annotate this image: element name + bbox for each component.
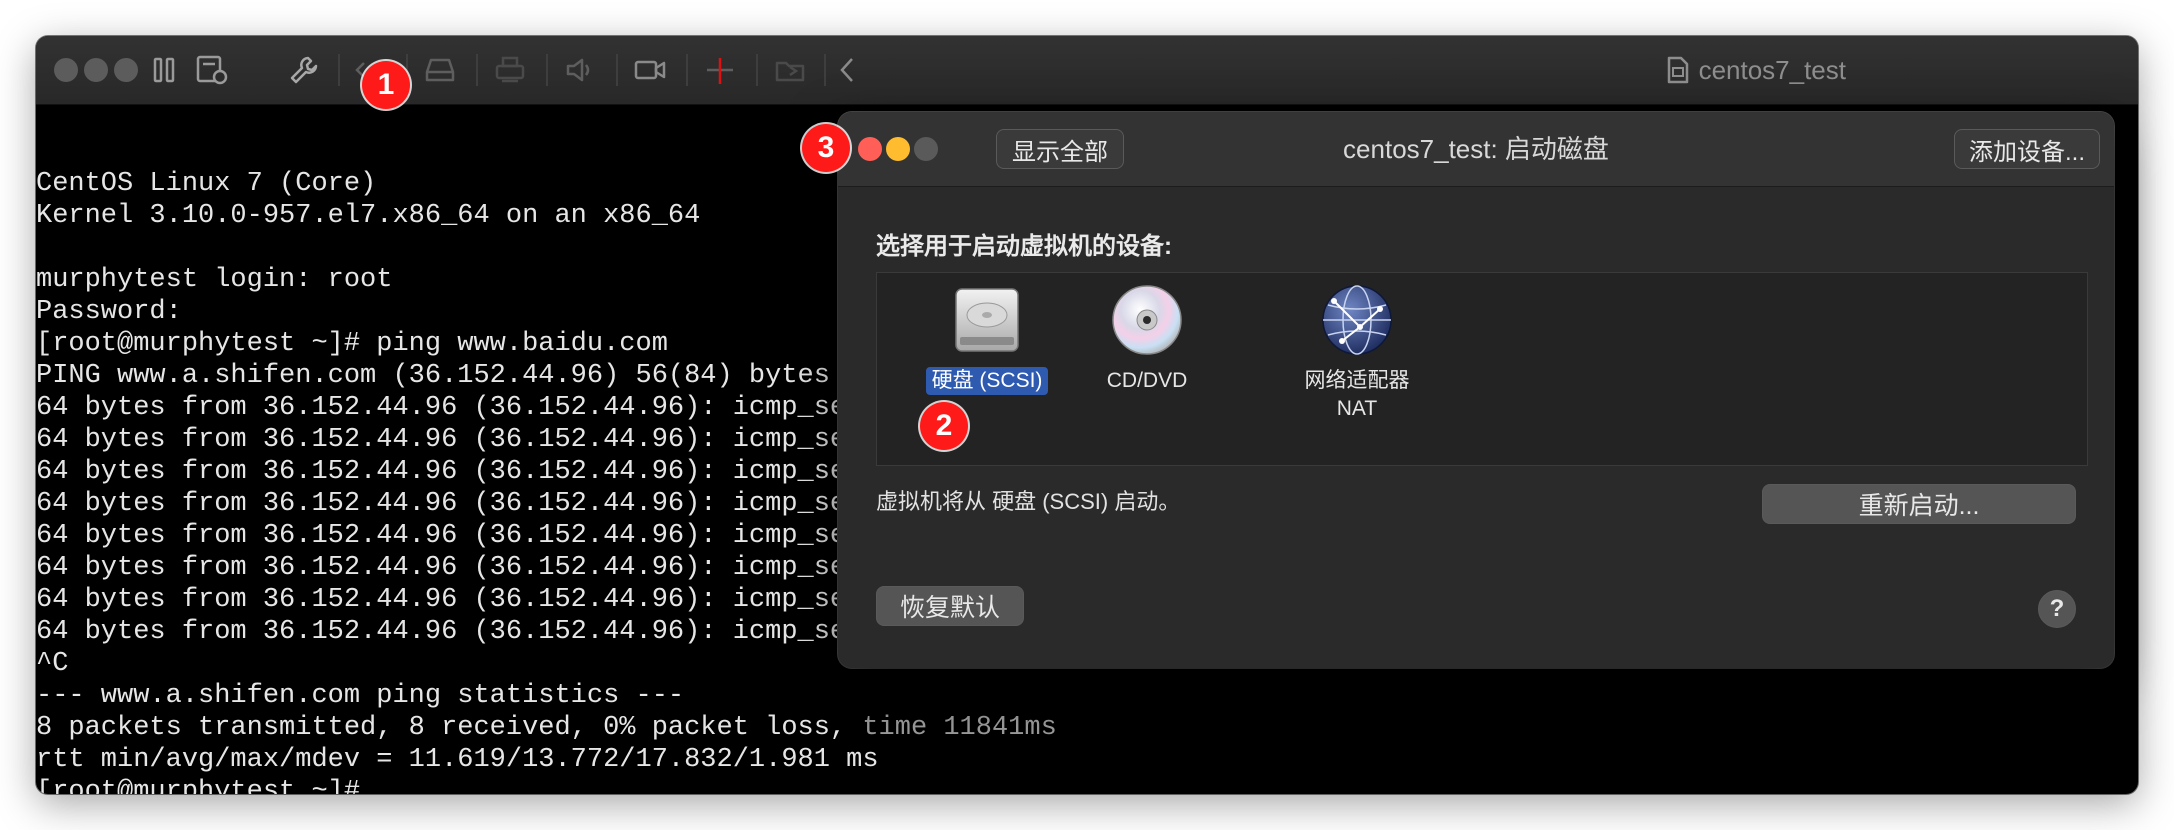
terminal-line-text: murphytest login: root — [36, 265, 393, 295]
terminal-line-text: 64 bytes from 36.152.44.96 (36.152.44.96… — [36, 585, 847, 615]
vm-window-title: centos7_test — [1667, 52, 1846, 88]
terminal-line-text: rtt min/avg/max/mdev = 11.619/13.772/17.… — [36, 745, 879, 775]
toolbar-separator — [686, 54, 688, 86]
show-all-button[interactable]: 显示全部 — [996, 129, 1124, 169]
annotation-badge-1: 1 — [362, 61, 410, 109]
terminal-line-text: 8 packets transmitted, 8 received, 0% pa… — [36, 713, 863, 743]
wrench-icon[interactable] — [284, 52, 324, 88]
dialog-minimize-button[interactable] — [886, 137, 910, 161]
help-button[interactable]: ? — [2038, 590, 2076, 628]
terminal-line-tail: time 11841ms — [862, 713, 1057, 743]
sound-icon[interactable] — [560, 52, 600, 88]
device-label: 网络适配器 NAT — [1304, 369, 1410, 420]
toolbar-separator — [756, 54, 758, 86]
toolbar-separator — [338, 54, 340, 86]
dialog-zoom-button[interactable] — [914, 137, 938, 161]
vm-title-text: centos7_test — [1698, 54, 1846, 85]
toolbar-separator — [476, 54, 478, 86]
toolbar-separator — [824, 54, 826, 86]
camera-icon[interactable] — [630, 52, 670, 88]
restore-default-button[interactable]: 恢复默认 — [876, 586, 1024, 626]
device-hard-disk[interactable]: 硬盘 (SCSI) — [897, 283, 1077, 395]
pause-icon[interactable] — [146, 52, 182, 88]
device-section-label: 选择用于启动虚拟机的设备: — [876, 233, 1172, 260]
terminal-line: --- www.a.shifen.com ping statistics --- — [36, 680, 2138, 712]
terminal-line-text: --- www.a.shifen.com ping statistics --- — [36, 681, 685, 711]
terminal-line-text: 64 bytes from 36.152.44.96 (36.152.44.96… — [36, 393, 847, 423]
terminal-line-text: Password: — [36, 297, 182, 327]
terminal-line-text: 64 bytes from 36.152.44.96 (36.152.44.96… — [36, 617, 847, 647]
device-label: 硬盘 (SCSI) — [925, 367, 1049, 395]
device-label: CD/DVD — [1106, 369, 1188, 392]
network-globe-icon — [1322, 285, 1392, 355]
share-icon[interactable] — [770, 52, 810, 88]
toolbar-separator — [546, 54, 548, 86]
add-device-button[interactable]: 添加设备... — [1954, 129, 2100, 169]
disk-icon[interactable] — [420, 52, 460, 88]
boot-status-text: 虚拟机将从 硬盘 (SCSI) 启动。 — [876, 489, 1181, 514]
terminal-line-text: 64 bytes from 36.152.44.96 (36.152.44.96… — [36, 521, 847, 551]
startup-disk-dialog: centos7_test: 启动磁盘 显示全部 添加设备... 选择用于启动虚拟… — [838, 112, 2114, 668]
cd-dvd-icon — [1112, 285, 1182, 355]
terminal-line-text: CentOS Linux 7 (Core) — [36, 169, 377, 199]
back-icon[interactable] — [832, 52, 862, 88]
window-close-button[interactable] — [54, 58, 78, 82]
document-icon — [1667, 56, 1688, 84]
device-network-adapter[interactable]: 网络适配器 NAT — [1267, 283, 1447, 423]
toolbar-separator — [616, 54, 618, 86]
terminal-line-text: Kernel 3.10.0-957.el7.x86_64 on an x86_6… — [36, 201, 701, 231]
window-minimize-button[interactable] — [84, 58, 108, 82]
vm-toolbar: centos7_test — [36, 36, 2138, 105]
terminal-line: [root@murphytest ~]# — [36, 776, 2138, 794]
terminal-line-text: 64 bytes from 36.152.44.96 (36.152.44.96… — [36, 553, 847, 583]
snapshot-icon[interactable] — [192, 52, 232, 88]
terminal-line-text: 64 bytes from 36.152.44.96 (36.152.44.96… — [36, 457, 847, 487]
terminal-line-text: PING www.a.shifen.com (36.152.44.96) 56(… — [36, 361, 830, 391]
terminal-line-text: ^C — [36, 649, 69, 679]
device-cd-dvd[interactable]: CD/DVD — [1057, 283, 1237, 395]
dialog-close-button[interactable] — [858, 137, 882, 161]
annotation-badge-2: 2 — [920, 402, 968, 450]
terminal-line-text: [root@murphytest ~]# ping www.baidu.com — [36, 329, 668, 359]
usb-icon[interactable] — [700, 52, 740, 88]
restart-button[interactable]: 重新启动... — [1762, 484, 2076, 524]
window-zoom-button[interactable] — [114, 58, 138, 82]
terminal-line: 8 packets transmitted, 8 received, 0% pa… — [36, 712, 2138, 744]
dialog-titlebar: centos7_test: 启动磁盘 显示全部 添加设备... — [838, 112, 2114, 187]
annotation-badge-3: 3 — [802, 124, 850, 172]
terminal-line: rtt min/avg/max/mdev = 11.619/13.772/17.… — [36, 744, 2138, 776]
terminal-line-text: 64 bytes from 36.152.44.96 (36.152.44.96… — [36, 425, 847, 455]
hard-disk-icon — [955, 288, 1019, 352]
terminal-line-text: [root@murphytest ~]# — [36, 777, 361, 794]
terminal-line-text: 64 bytes from 36.152.44.96 (36.152.44.96… — [36, 489, 847, 519]
device-list: 硬盘 (SCSI) CD/DVD 网络适配器 NAT — [876, 272, 2088, 466]
printer-icon[interactable] — [490, 52, 530, 88]
